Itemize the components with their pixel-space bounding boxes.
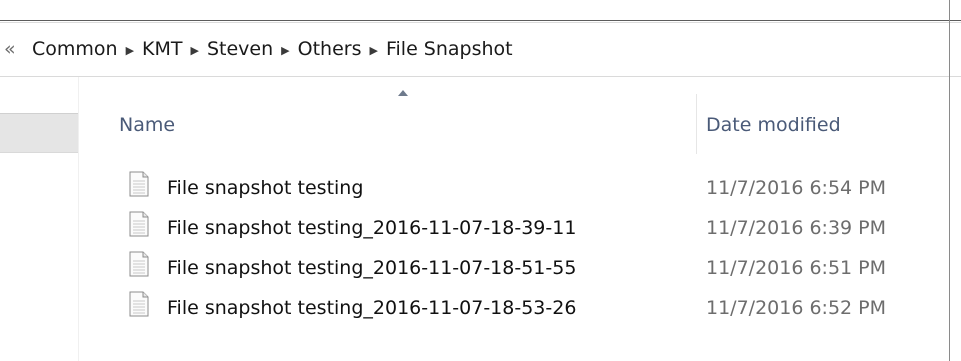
breadcrumb-others[interactable]: Others xyxy=(292,38,368,60)
text-document-icon xyxy=(129,171,149,197)
navigation-pane-selected-item[interactable] xyxy=(0,113,78,153)
file-row[interactable]: File snapshot testing_2016-11-07-18-53-2… xyxy=(119,288,961,328)
file-date-modified: 11/7/2016 6:54 PM xyxy=(706,177,887,199)
breadcrumb-file-snapshot[interactable]: File Snapshot xyxy=(380,38,519,60)
window-top-edge xyxy=(0,0,961,20)
breadcrumb-separator-icon[interactable]: ▶ xyxy=(279,44,291,57)
sort-ascending-icon xyxy=(398,90,408,96)
address-bar-divider xyxy=(0,76,961,77)
breadcrumb-common[interactable]: Common xyxy=(26,38,124,60)
text-document-icon xyxy=(129,211,149,237)
file-name: File snapshot testing_2016-11-07-18-39-1… xyxy=(167,217,577,239)
file-name: File snapshot testing_2016-11-07-18-51-5… xyxy=(167,257,577,279)
window-divider xyxy=(0,20,961,21)
file-row[interactable]: File snapshot testing 11/7/2016 6:54 PM xyxy=(119,168,961,208)
file-list: File snapshot testing 11/7/2016 6:54 PM … xyxy=(119,168,961,328)
breadcrumb-separator-icon[interactable]: ▶ xyxy=(189,44,201,57)
breadcrumb-steven[interactable]: Steven xyxy=(201,38,279,60)
text-document-icon xyxy=(129,291,149,317)
file-name: File snapshot testing_2016-11-07-18-53-2… xyxy=(167,297,577,319)
file-row[interactable]: File snapshot testing_2016-11-07-18-51-5… xyxy=(119,248,961,288)
pane-divider[interactable] xyxy=(78,77,79,361)
file-date-modified: 11/7/2016 6:52 PM xyxy=(706,297,887,319)
file-name: File snapshot testing xyxy=(167,177,364,199)
column-header-date-modified[interactable]: Date modified xyxy=(706,100,961,150)
column-header-name[interactable]: Name xyxy=(119,100,679,150)
breadcrumb-separator-icon[interactable]: ▶ xyxy=(368,44,380,57)
text-document-icon xyxy=(129,251,149,277)
column-header-name-label: Name xyxy=(119,114,176,136)
window-right-edge xyxy=(949,0,950,361)
file-row[interactable]: File snapshot testing_2016-11-07-18-39-1… xyxy=(119,208,961,248)
column-resize-handle[interactable] xyxy=(696,94,697,154)
breadcrumb-overflow-icon[interactable]: « xyxy=(4,38,26,60)
address-bar[interactable]: « Common ▶ KMT ▶ Steven ▶ Others ▶ File … xyxy=(0,23,961,75)
file-date-modified: 11/7/2016 6:51 PM xyxy=(706,257,887,279)
file-date-modified: 11/7/2016 6:39 PM xyxy=(706,217,887,239)
column-header-date-label: Date modified xyxy=(706,114,841,136)
breadcrumb-separator-icon[interactable]: ▶ xyxy=(124,44,136,57)
breadcrumb-kmt[interactable]: KMT xyxy=(136,38,188,60)
